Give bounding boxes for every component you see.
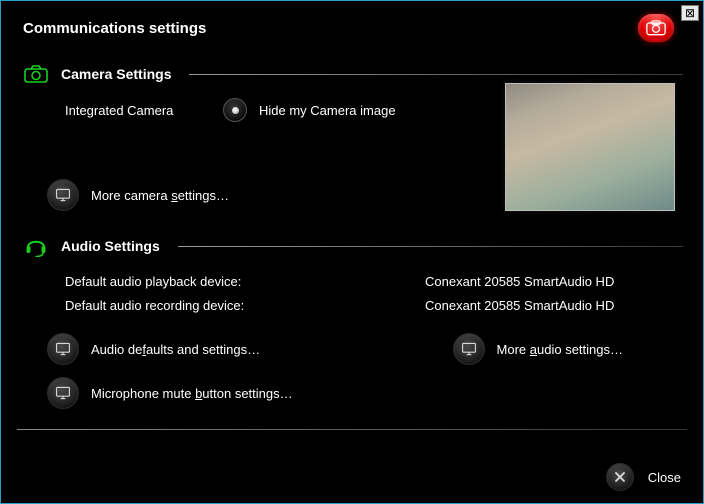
recording-device-value: Conexant 20585 SmartAudio HD: [425, 298, 614, 313]
camera-section-title: Camera Settings: [61, 66, 171, 82]
headset-icon: [23, 235, 49, 257]
close-x-glyph: ⊠: [685, 7, 695, 19]
monitor-icon: [55, 342, 71, 356]
close-icon: [614, 471, 626, 483]
divider: [17, 429, 687, 430]
monitor-icon: [55, 188, 71, 202]
more-camera-settings-button[interactable]: [47, 179, 79, 211]
audio-defaults-link[interactable]: Audio defaults and settings…: [91, 342, 260, 357]
camera-section-header: Camera Settings: [23, 65, 683, 83]
monitor-icon: [55, 386, 71, 400]
camera-section-icon: [23, 65, 49, 83]
audio-section-title: Audio Settings: [61, 238, 160, 254]
hide-camera-radio[interactable]: [223, 98, 247, 122]
hide-camera-label: Hide my Camera image: [259, 103, 396, 118]
monitor-icon: [461, 342, 477, 356]
titlebar: Communications settings: [1, 1, 703, 51]
divider: [178, 246, 683, 247]
more-camera-settings-link[interactable]: More camera settings…: [91, 188, 229, 203]
audio-section-header: Audio Settings: [23, 235, 683, 257]
camera-icon: [646, 20, 666, 36]
more-audio-settings-button[interactable]: [453, 333, 485, 365]
audio-defaults-button[interactable]: [47, 333, 79, 365]
divider: [189, 74, 683, 75]
close-button-icon[interactable]: [606, 463, 634, 491]
mic-mute-settings-link[interactable]: Microphone mute button settings…: [91, 386, 293, 401]
close-button[interactable]: Close: [648, 470, 681, 485]
playback-device-label: Default audio playback device:: [65, 274, 425, 289]
recording-device-label: Default audio recording device:: [65, 298, 425, 313]
mic-mute-settings-button[interactable]: [47, 377, 79, 409]
record-camera-button[interactable]: [637, 13, 675, 43]
camera-device-label: Integrated Camera: [65, 103, 223, 118]
camera-preview: [505, 83, 675, 211]
page-title: Communications settings: [23, 20, 206, 37]
playback-device-value: Conexant 20585 SmartAudio HD: [425, 274, 614, 289]
window-close-button[interactable]: ⊠: [681, 5, 699, 21]
more-audio-settings-link[interactable]: More audio settings…: [497, 342, 623, 357]
